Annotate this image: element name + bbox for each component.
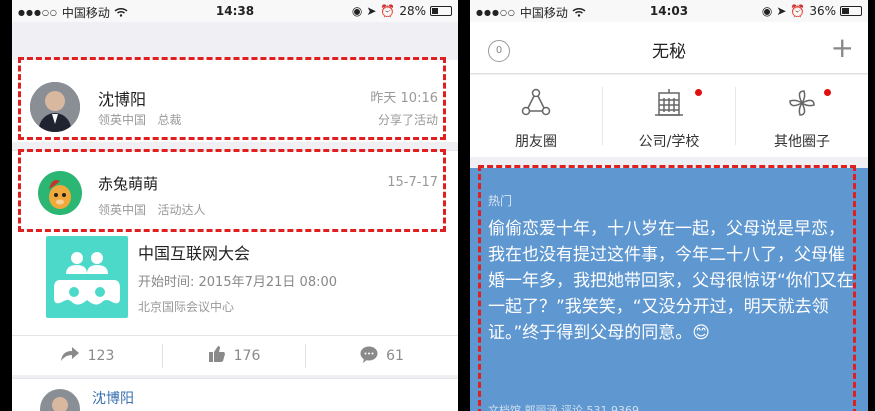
share-button[interactable]: 123 <box>12 336 162 376</box>
circle-tabs: 朋友圈 公司/学校 其他圈子 <box>470 75 868 157</box>
status-bar: ●●●○○ 中国移动 14:03 ◉ ➤ ⏰ 36% <box>470 0 868 22</box>
circle-company-school[interactable]: 公司/学校 <box>603 75 735 157</box>
status-right: ◉ ➤ ⏰ 28% <box>352 4 452 18</box>
pinwheel-icon <box>786 87 818 119</box>
battery-fill <box>842 8 850 14</box>
plus-icon: + <box>830 31 854 64</box>
like-count: 176 <box>233 348 261 364</box>
right-phone-screen: ●●●○○ 中国移动 14:03 ◉ ➤ ⏰ 36% 0 无秘 + 朋友圈 公司… <box>470 0 868 411</box>
post-actions-bar: 123 176 61 <box>12 335 458 375</box>
nav-bar: 0 无秘 + <box>470 22 868 74</box>
status-bar: ●●●○○ 中国移动 14:38 ◉ ➤ ⏰ 28% <box>12 0 458 22</box>
event-location: 北京国际会议中心 <box>138 300 235 314</box>
event-group-icon <box>46 236 128 318</box>
unread-dot <box>695 89 702 96</box>
comment-count: 61 <box>386 348 404 364</box>
circle-label: 其他圈子 <box>774 134 830 150</box>
lock-rotation-icon: ◉ <box>351 4 363 18</box>
comment-icon <box>360 346 378 367</box>
add-post-button[interactable]: + <box>831 34 854 62</box>
location-icon: ➤ <box>366 4 377 18</box>
feed-item[interactable]: 沈博阳 <box>12 378 458 411</box>
status-right: ◉ ➤ ⏰ 36% <box>762 4 862 18</box>
highlight-box <box>478 165 856 411</box>
lock-rotation-icon: ◉ <box>761 4 773 18</box>
alarm-icon: ⏰ <box>380 4 396 18</box>
location-icon: ➤ <box>776 4 787 18</box>
page-title: 无秘 <box>652 42 686 62</box>
avatar[interactable] <box>40 389 80 411</box>
highlight-box <box>18 57 446 140</box>
friends-icon <box>520 87 552 119</box>
battery-percent: 36% <box>809 4 836 18</box>
event-time: 开始时间: 2015年7月21日 08:00 <box>138 275 338 290</box>
alarm-icon: ⏰ <box>790 4 806 18</box>
event-title[interactable]: 中国互联网大会 <box>138 240 250 264</box>
circle-other[interactable]: 其他圈子 <box>736 75 868 157</box>
circle-label: 公司/学校 <box>638 134 700 150</box>
battery-percent: 28% <box>399 4 426 18</box>
building-icon <box>653 87 685 119</box>
highlight-box <box>18 149 446 232</box>
battery-fill <box>432 8 438 14</box>
unread-dot <box>824 89 831 96</box>
like-button[interactable]: 176 <box>163 336 305 376</box>
post-author-name[interactable]: 沈博阳 <box>92 388 134 408</box>
circle-friends[interactable]: 朋友圈 <box>470 75 602 157</box>
battery-icon <box>430 6 452 16</box>
left-phone-screen: ●●●○○ 中国移动 14:38 ◉ ➤ ⏰ 28% 沈博阳 领英中国 总裁 昨… <box>12 0 458 411</box>
comment-button[interactable]: 61 <box>306 336 458 376</box>
share-count: 123 <box>87 348 115 364</box>
battery-icon <box>840 6 862 16</box>
share-icon <box>60 346 80 366</box>
thumbs-up-icon <box>208 345 226 367</box>
circle-label: 朋友圈 <box>515 134 557 150</box>
